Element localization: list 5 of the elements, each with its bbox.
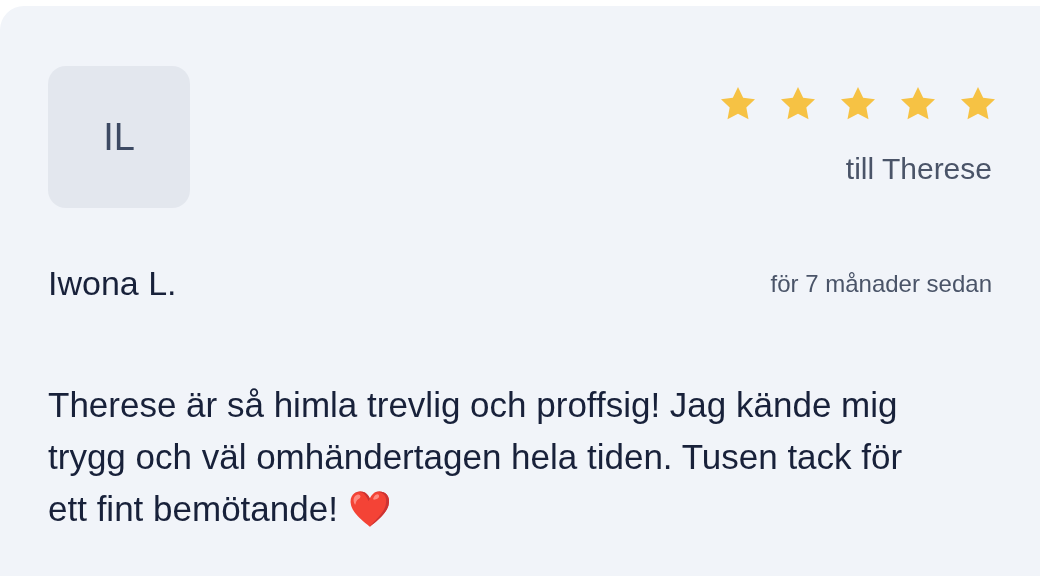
recipient-text: till Therese [845,151,992,187]
review-time: för 7 månader sedan [770,268,992,299]
review-text: Therese är så himla trevlig och proffsig! Jag kände mig trygg och väl omhändertagen hela tiden. Tusen tack för ett fint bemötande! ❤ [48,384,904,530]
avatar-initials: IL [48,66,190,208]
author-name: Iwona L. [48,263,177,304]
